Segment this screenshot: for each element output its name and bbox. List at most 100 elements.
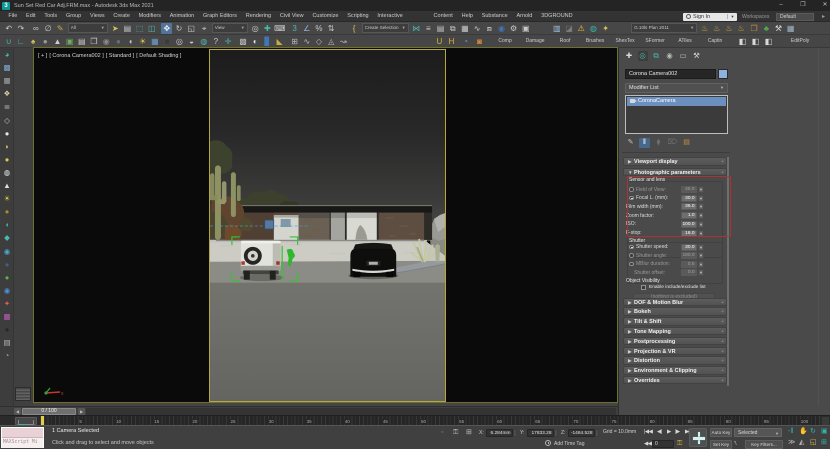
time-slider-handle[interactable]: 0 / 100 — [22, 408, 76, 415]
sun-icon[interactable]: ☀ — [2, 194, 12, 204]
swirl-icon[interactable]: ◕ — [2, 50, 12, 60]
sign-in-dropdown-arrow[interactable]: ▼ — [727, 14, 737, 19]
ribbon-icon[interactable]: ▦ — [459, 23, 470, 34]
spinner-icon[interactable] — [698, 244, 704, 251]
star-color-icon[interactable]: ✦ — [2, 299, 12, 309]
stack-icon[interactable]: ≣ — [2, 102, 12, 112]
menu-group[interactable]: Group — [62, 11, 86, 22]
menu-views[interactable]: Views — [86, 11, 109, 22]
plugin-button-damage[interactable]: Damage — [521, 36, 549, 47]
spline-icon[interactable]: ∿ — [301, 36, 312, 47]
select-and-place-icon[interactable]: ⌖ — [199, 23, 210, 34]
document-icon[interactable]: ▤ — [76, 36, 87, 47]
track-bar[interactable]: 5101520253035404550556065707580859095100 — [0, 415, 830, 425]
sphere-green-icon[interactable]: ● — [2, 273, 12, 283]
go-to-start-button[interactable]: |◀◀ — [644, 428, 652, 437]
orbit-icon[interactable]: ↻ — [810, 427, 816, 437]
rendered-frame-icon[interactable]: ▣ — [520, 23, 531, 34]
plane-icon[interactable]: ◇ — [2, 116, 12, 126]
tab-modify[interactable]: ◎ — [638, 51, 648, 61]
sphere-blue-icon[interactable]: ◉ — [2, 286, 12, 296]
tab-hierarchy[interactable]: ⧉ — [651, 51, 661, 61]
radio-off[interactable] — [629, 253, 634, 258]
paint-icon[interactable]: ❖ — [2, 89, 12, 99]
selection-arrow-icon[interactable]: ≫ — [788, 438, 795, 448]
tools-hammer-icon[interactable]: ⚒ — [773, 23, 784, 34]
plugin-button-captin[interactable]: Captin — [701, 36, 729, 47]
mirror-icon[interactable]: ⋈ — [411, 23, 422, 34]
isolate-selection-icon[interactable]: ◦ — [441, 428, 443, 437]
viewport-perview-menu[interactable]: [ Standard ] — [106, 53, 134, 59]
percent-snap-icon[interactable]: % — [313, 23, 324, 34]
menu-tools[interactable]: Tools — [40, 11, 62, 22]
coord-z-spinner[interactable] — [595, 429, 599, 437]
cross-teal-icon[interactable]: ✛ — [223, 36, 234, 47]
menu-file[interactable]: File — [4, 11, 22, 22]
create-selection-set-dropdown[interactable]: Create Selection Se▼ — [362, 23, 409, 33]
sphere-amber-icon[interactable]: ● — [2, 207, 12, 217]
play-button[interactable]: ▶ — [667, 428, 671, 437]
circle-dark-icon[interactable]: ◉ — [101, 36, 112, 47]
maxscript-mini-listener[interactable]: MAXScript Mi — [1, 427, 44, 448]
undo-icon[interactable]: ↶ — [3, 23, 14, 34]
next-frame-arrow[interactable]: ▶ — [78, 408, 85, 415]
warning-icon[interactable]: ⚠ — [576, 23, 587, 34]
workspace-dropdown[interactable]: Default — [776, 13, 814, 22]
plugin-button-atiles[interactable]: ATiles — [671, 36, 699, 47]
select-and-move-icon[interactable]: ✥ — [161, 23, 172, 34]
menu-civil-view[interactable]: Civil View — [276, 11, 309, 22]
rollout-tilt-shift[interactable]: ▶Tilt & Shift+ — [623, 317, 727, 326]
ruler-triangle-icon[interactable]: ◣ — [274, 36, 285, 47]
teapot-iterative-icon[interactable]: ♨ — [711, 23, 722, 34]
rollout-postprocessing[interactable]: ▶Postprocessing+ — [623, 337, 727, 346]
teapot-interactive-icon[interactable]: ♨ — [736, 23, 747, 34]
coord-x-spinner[interactable] — [513, 429, 517, 437]
eye-icon[interactable]: ◖ — [125, 36, 136, 47]
box-dark-icon[interactable]: ■ — [162, 36, 173, 47]
macro-recorder-row[interactable] — [2, 428, 43, 438]
spinner-icon[interactable] — [698, 252, 704, 259]
param-value-field[interactable]: 180.0 — [681, 252, 697, 259]
window-crossing-icon[interactable]: ◫ — [146, 23, 157, 34]
grid-icon[interactable]: ▦ — [2, 76, 12, 86]
brush-icon[interactable]: ◪ — [564, 23, 575, 34]
time-slider-track[interactable] — [86, 408, 616, 415]
menu-overflow-arrow[interactable]: ▸ — [822, 13, 825, 20]
named-selection-icon[interactable]: { — [349, 23, 360, 34]
viewport-layout-icon[interactable]: ⊞ — [821, 438, 827, 448]
use-center-icon[interactable]: ◎ — [250, 23, 261, 34]
unlink-selection-icon[interactable]: ∅ — [43, 23, 54, 34]
make-unique-button[interactable]: ⧫ — [653, 138, 664, 148]
material-editor-icon[interactable]: ◉ — [496, 23, 507, 34]
gizmo-icon[interactable]: ⊞ — [289, 36, 300, 47]
listener-row[interactable]: MAXScript Mi — [2, 438, 43, 448]
tab-display[interactable]: ▭ — [678, 51, 688, 61]
forest-icon[interactable]: ♣ — [761, 23, 772, 34]
minimize-button[interactable]: – — [771, 0, 791, 11]
coord-y-spinner[interactable] — [554, 429, 558, 437]
close-button[interactable]: ✕ — [815, 0, 830, 11]
plugin-button-sformer[interactable]: SFormer — [641, 36, 669, 47]
dome-icon[interactable]: ◗ — [2, 142, 12, 152]
bind-to-space-warp-icon[interactable]: ✎ — [55, 23, 66, 34]
key-mode-button[interactable]: ◀◀ — [644, 440, 651, 449]
spinner-icon[interactable] — [698, 269, 704, 276]
sphere-navy-icon[interactable]: ● — [2, 260, 12, 270]
viewport[interactable]: [ + ] [ Corona Camera002 ] [ Standard ] … — [33, 47, 618, 403]
rollout-dof-motion-blur[interactable]: ▶DOF & Motion Blur+ — [623, 298, 727, 307]
plant-icon[interactable]: ♠ — [28, 36, 39, 47]
viewport-general-menu[interactable]: [ + ] — [38, 53, 47, 59]
curve-editor-icon[interactable]: ∿ — [472, 23, 483, 34]
reference-coordinate-dropdown[interactable]: View▼ — [212, 23, 248, 33]
select-by-name-icon[interactable]: ▤ — [122, 23, 133, 34]
redo-icon[interactable]: ↷ — [15, 23, 26, 34]
menu-help[interactable]: Help — [457, 11, 477, 22]
radio-off[interactable] — [629, 262, 634, 267]
teapot-preview-icon[interactable]: ♨ — [723, 23, 734, 34]
current-frame-field[interactable]: 0 — [652, 440, 674, 448]
lock-orange-icon[interactable]: ◙ — [474, 36, 485, 47]
stack-item-coronacamera[interactable]: CoronaCamera — [627, 97, 726, 106]
rollout-photographic-parameters[interactable]: ▼Photographic parameters+ — [623, 168, 727, 177]
zoom-icon[interactable]: ◭ — [799, 438, 804, 448]
spinner-icon[interactable] — [698, 261, 704, 268]
